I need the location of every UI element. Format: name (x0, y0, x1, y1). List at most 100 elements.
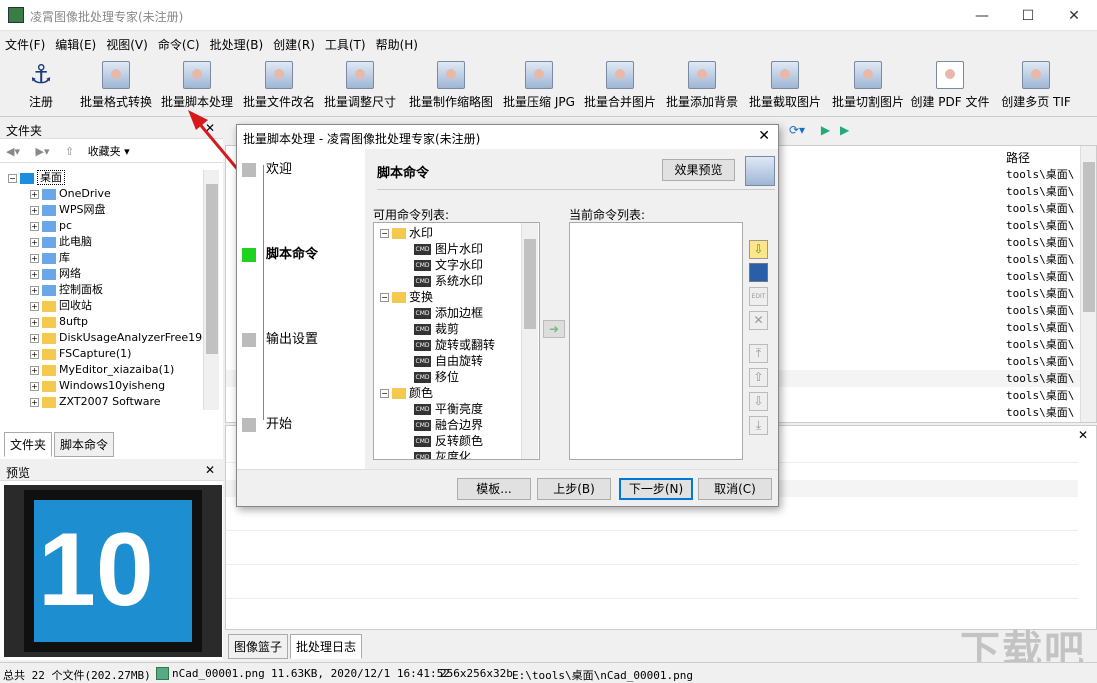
next-step-button[interactable]: 下一步(N) (619, 478, 693, 500)
move-up-button[interactable]: ⇧ (749, 368, 768, 387)
prev-step-button[interactable]: 上步(B) (537, 478, 611, 500)
cancel-button[interactable]: 取消(C) (698, 478, 772, 500)
tree-item[interactable]: +控制面板 (4, 282, 202, 298)
effect-preview-button[interactable]: 效果预览 (662, 159, 735, 181)
edit-command-button[interactable]: EDIT (749, 287, 768, 306)
command-item[interactable]: CMD反转颜色 (380, 433, 539, 449)
toolbar-button[interactable]: 批量截取图片 (744, 57, 826, 115)
command-item[interactable]: CMD图片水印 (380, 241, 539, 257)
tree-item[interactable]: +库 (4, 250, 202, 266)
expand-icon[interactable]: + (30, 286, 39, 295)
step-start[interactable]: 开始 (242, 413, 292, 432)
toolbar-button[interactable]: 批量调整尺寸 (318, 57, 402, 115)
command-item[interactable]: CMD融合边界 (380, 417, 539, 433)
toolbar-button[interactable]: 创建 PDF 文件 (906, 57, 994, 115)
add-command-arrow-button[interactable]: ➜ (543, 320, 565, 338)
toolbar-button[interactable]: 批量制作缩略图 (403, 57, 499, 115)
file-list-scrollbar[interactable] (1080, 146, 1096, 422)
command-item[interactable]: CMD自由旋转 (380, 353, 539, 369)
move-down-button[interactable]: ⇩ (749, 392, 768, 411)
folder-open-icon[interactable]: ▶ (840, 123, 849, 137)
tree-item[interactable]: −桌面 (4, 170, 202, 186)
menu-item[interactable]: 创建(R) (268, 33, 320, 56)
move-top-button[interactable]: ⤒ (749, 344, 768, 363)
back-icon[interactable]: ◀▾ (6, 145, 20, 158)
step-output-settings[interactable]: 输出设置 (242, 328, 318, 347)
command-item[interactable]: CMD添加边框 (380, 305, 539, 321)
tree-item[interactable]: +ZXT2007 Software (4, 394, 202, 410)
collapse-icon[interactable]: − (380, 293, 389, 302)
refresh-icon[interactable]: ⟳▾ (789, 123, 805, 137)
collapse-icon[interactable]: − (380, 389, 389, 398)
folder-green-icon[interactable]: ▶ (821, 123, 830, 137)
tree-item[interactable]: +FSCapture(1) (4, 346, 202, 362)
bottom-tab[interactable]: 批处理日志 (290, 634, 362, 659)
pane-tab[interactable]: 文件夹 (4, 432, 52, 457)
expand-icon[interactable]: + (30, 222, 39, 231)
toolbar-button[interactable]: 批量添加背景 (660, 57, 744, 115)
command-item[interactable]: CMD旋转或翻转 (380, 337, 539, 353)
toolbar-button[interactable]: 批量格式转换 (74, 57, 158, 115)
menu-item[interactable]: 工具(T) (320, 33, 371, 56)
command-group[interactable]: −水印 (380, 225, 539, 241)
log-pane-close-icon[interactable]: ✕ (1078, 428, 1088, 442)
tree-item[interactable]: +WPS网盘 (4, 202, 202, 218)
command-item[interactable]: CMD裁剪 (380, 321, 539, 337)
expand-icon[interactable]: + (30, 334, 39, 343)
tree-item[interactable]: +pc (4, 218, 202, 234)
menu-item[interactable]: 帮助(H) (371, 33, 423, 56)
expand-icon[interactable]: + (30, 366, 39, 375)
command-item[interactable]: CMD灰度化 (380, 449, 539, 460)
menu-item[interactable]: 命令(C) (153, 33, 205, 56)
expand-icon[interactable]: + (30, 254, 39, 263)
forward-icon[interactable]: ▶▾ (35, 145, 49, 158)
available-commands-list[interactable]: −水印CMD图片水印CMD文字水印CMD系统水印−变换CMD添加边框CMD裁剪C… (373, 222, 540, 460)
expand-icon[interactable]: + (30, 398, 39, 407)
tree-item[interactable]: +8uftp (4, 314, 202, 330)
menu-item[interactable]: 批处理(B) (205, 33, 269, 56)
expand-icon[interactable]: + (30, 270, 39, 279)
toolbar-button[interactable]: 批量合并图片 (580, 57, 660, 115)
collapse-icon[interactable]: − (380, 229, 389, 238)
expand-icon[interactable]: + (30, 238, 39, 247)
tree-item[interactable]: +MyEditor_xiazaiba(1) (4, 362, 202, 378)
toolbar-button[interactable]: 批量压缩 JPG (497, 57, 581, 115)
command-group[interactable]: −颜色 (380, 385, 539, 401)
up-folder-icon[interactable]: ⇧ (65, 145, 74, 158)
command-item[interactable]: CMD平衡亮度 (380, 401, 539, 417)
menu-item[interactable]: 编辑(E) (50, 33, 101, 56)
command-group[interactable]: −变换 (380, 289, 539, 305)
toolbar-button[interactable]: ⚓注册 (18, 57, 64, 115)
col-path-header[interactable]: 路径 (1006, 151, 1030, 165)
dialog-close-icon[interactable]: ✕ (758, 128, 770, 144)
bottom-tab[interactable]: 图像篮子 (228, 634, 288, 659)
delete-command-button[interactable]: ✕ (749, 311, 768, 330)
maximize-button[interactable]: ☐ (1005, 0, 1051, 31)
minimize-button[interactable]: — (959, 0, 1005, 31)
preview-pane-close-icon[interactable]: ✕ (205, 463, 215, 477)
toolbar-button[interactable]: 批量切割图片 (826, 57, 910, 115)
load-script-button[interactable]: ⇩ (749, 240, 768, 259)
tree-item[interactable]: +OneDrive (4, 186, 202, 202)
tree-item[interactable]: +Windows10yisheng (4, 378, 202, 394)
expand-icon[interactable]: + (30, 350, 39, 359)
expand-icon[interactable]: + (30, 206, 39, 215)
tree-item[interactable]: +DiskUsageAnalyzerFree19 (4, 330, 202, 346)
expand-icon[interactable]: + (30, 382, 39, 391)
menu-item[interactable]: 文件(F) (0, 33, 50, 56)
toolbar-button[interactable]: 创建多页 TIF (996, 57, 1076, 115)
expand-icon[interactable]: − (8, 174, 17, 183)
step-script-commands[interactable]: 脚本命令 (242, 243, 318, 262)
move-bottom-button[interactable]: ⤓ (749, 416, 768, 435)
command-item[interactable]: CMD系统水印 (380, 273, 539, 289)
pane-tab[interactable]: 脚本命令 (54, 432, 114, 457)
expand-icon[interactable]: + (30, 190, 39, 199)
available-commands-scrollbar[interactable] (521, 223, 538, 459)
tree-item[interactable]: +回收站 (4, 298, 202, 314)
command-item[interactable]: CMD文字水印 (380, 257, 539, 273)
template-button[interactable]: 模板... (457, 478, 531, 500)
current-commands-list[interactable] (569, 222, 743, 460)
command-item[interactable]: CMD移位 (380, 369, 539, 385)
expand-icon[interactable]: + (30, 302, 39, 311)
close-button[interactable]: ✕ (1051, 0, 1097, 31)
